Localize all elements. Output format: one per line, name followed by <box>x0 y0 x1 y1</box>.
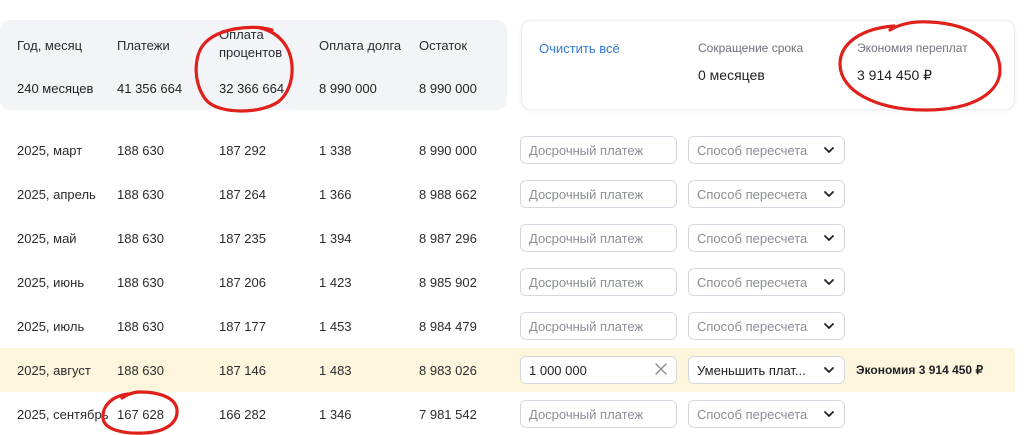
total-principal: 8 990 000 <box>319 81 377 96</box>
chevron-down-icon <box>824 279 834 285</box>
term-reduction-label: Сокращение срока <box>698 41 804 55</box>
recalc-method-value: Способ пересчета <box>697 187 808 202</box>
row-balance: 8 990 000 <box>419 143 477 158</box>
total-balance: 8 990 000 <box>419 81 477 96</box>
early-payment-value: 1 000 000 <box>529 363 587 378</box>
recalc-method-value: Способ пересчета <box>697 319 808 334</box>
table-row: 2025, март 188 630 187 292 1 338 8 990 0… <box>0 128 1015 172</box>
row-balance: 8 983 026 <box>419 363 477 378</box>
row-interest: 187 177 <box>219 319 266 334</box>
row-period: 2025, июль <box>17 319 85 334</box>
recalc-method-value: Способ пересчета <box>697 275 808 290</box>
total-period: 240 месяцев <box>17 81 94 96</box>
total-interest: 32 366 664 <box>219 81 285 96</box>
row-principal: 1 346 <box>319 407 352 422</box>
table-row-highlighted: 2025, август 188 630 187 146 1 483 8 983… <box>0 348 1015 392</box>
early-payment-input[interactable]: Досрочный платеж <box>520 400 677 428</box>
recalc-method-select[interactable]: Уменьшить плат... <box>688 356 845 384</box>
early-payment-input[interactable]: Досрочный платеж <box>520 180 677 208</box>
row-principal: 1 366 <box>319 187 352 202</box>
row-principal: 1 453 <box>319 319 352 334</box>
early-payment-input[interactable]: Досрочный платеж <box>520 312 677 340</box>
table-row: 2025, апрель 188 630 187 264 1 366 8 988… <box>0 172 1015 216</box>
recalc-method-select[interactable]: Способ пересчета <box>688 268 845 296</box>
recalc-method-value: Способ пересчета <box>697 231 808 246</box>
row-period: 2025, март <box>17 143 83 158</box>
summary-card: Год, месяц Платежи Оплата процентов Опла… <box>0 20 507 110</box>
row-payment: 188 630 <box>117 275 164 290</box>
recalc-method-select[interactable]: Способ пересчета <box>688 224 845 252</box>
row-period: 2025, сентябрь <box>17 407 109 422</box>
row-payment: 188 630 <box>117 231 164 246</box>
row-interest: 187 264 <box>219 187 266 202</box>
header-interest-line2: процентов <box>219 45 283 60</box>
row-payment: 167 628 <box>117 407 164 422</box>
savings-label: Экономия переплат <box>857 41 968 55</box>
recalc-method-select[interactable]: Способ пересчета <box>688 400 845 428</box>
table-row: 2025, сентябрь 167 628 166 282 1 346 7 9… <box>0 392 1015 435</box>
early-payment-input[interactable]: Досрочный платеж <box>520 268 677 296</box>
recalc-method-value: Уменьшить плат... <box>697 363 806 378</box>
row-interest: 166 282 <box>219 407 266 422</box>
row-payment: 188 630 <box>117 143 164 158</box>
header-balance: Остаток <box>419 38 468 53</box>
row-interest: 187 235 <box>219 231 266 246</box>
recalc-method-select[interactable]: Способ пересчета <box>688 312 845 340</box>
recalc-method-value: Способ пересчета <box>697 407 808 422</box>
row-savings-note: Экономия 3 914 450 ₽ <box>856 363 984 377</box>
chevron-down-icon <box>824 235 834 241</box>
recalc-method-value: Способ пересчета <box>697 143 808 158</box>
header-period: Год, месяц <box>17 38 83 53</box>
row-balance: 8 987 296 <box>419 231 477 246</box>
chevron-down-icon <box>824 411 834 417</box>
row-payment: 188 630 <box>117 319 164 334</box>
term-reduction-value: 0 месяцев <box>698 67 765 83</box>
row-balance: 8 984 479 <box>419 319 477 334</box>
row-payment: 188 630 <box>117 187 164 202</box>
chevron-down-icon <box>824 323 834 329</box>
row-interest: 187 206 <box>219 275 266 290</box>
total-payments: 41 356 664 <box>117 81 183 96</box>
row-period: 2025, июнь <box>17 275 85 290</box>
row-principal: 1 338 <box>319 143 352 158</box>
row-period: 2025, апрель <box>17 187 96 202</box>
row-principal: 1 394 <box>319 231 352 246</box>
table-row: 2025, июнь 188 630 187 206 1 423 8 985 9… <box>0 260 1015 304</box>
early-payment-input[interactable]: 1 000 000 <box>520 356 677 384</box>
row-interest: 187 146 <box>219 363 266 378</box>
savings-value: 3 914 450 ₽ <box>857 67 933 83</box>
row-period: 2025, май <box>17 231 77 246</box>
recalc-method-select[interactable]: Способ пересчета <box>688 136 845 164</box>
close-icon[interactable] <box>654 362 668 376</box>
row-payment: 188 630 <box>117 363 164 378</box>
row-balance: 8 988 662 <box>419 187 477 202</box>
early-payment-input[interactable]: Досрочный платеж <box>520 136 677 164</box>
chevron-down-icon <box>824 147 834 153</box>
row-principal: 1 423 <box>319 275 352 290</box>
early-payment-input[interactable]: Досрочный платеж <box>520 224 677 252</box>
row-balance: 8 985 902 <box>419 275 477 290</box>
chevron-down-icon <box>824 191 834 197</box>
header-payments: Платежи <box>117 38 170 53</box>
prepayment-summary-panel: Очистить всё Сокращение срока 0 месяцев … <box>521 20 1015 110</box>
row-principal: 1 483 <box>319 363 352 378</box>
row-interest: 187 292 <box>219 143 266 158</box>
table-row: 2025, июль 188 630 187 177 1 453 8 984 4… <box>0 304 1015 348</box>
row-period: 2025, август <box>17 363 91 378</box>
header-principal: Оплата долга <box>319 38 402 53</box>
table-row: 2025, май 188 630 187 235 1 394 8 987 29… <box>0 216 1015 260</box>
recalc-method-select[interactable]: Способ пересчета <box>688 180 845 208</box>
row-balance: 7 981 542 <box>419 407 477 422</box>
chevron-down-icon <box>824 367 834 373</box>
clear-all-link[interactable]: Очистить всё <box>539 41 620 56</box>
